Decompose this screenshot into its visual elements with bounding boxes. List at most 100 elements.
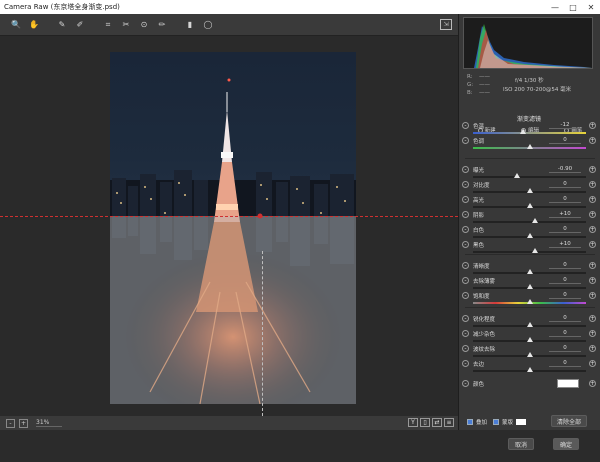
crop-tool-icon[interactable]: ⌗: [102, 19, 114, 31]
slider-minus-icon[interactable]: -: [462, 211, 469, 218]
slider-plus-icon[interactable]: +: [589, 166, 596, 173]
slider-plus-icon[interactable]: +: [589, 137, 596, 144]
slider-value-field[interactable]: 0: [549, 196, 581, 203]
slider-thumb[interactable]: [532, 218, 539, 223]
zoom-in-button[interactable]: +: [19, 418, 28, 428]
slider-plus-icon[interactable]: +: [589, 345, 596, 352]
slider-plus-icon[interactable]: +: [589, 277, 596, 284]
open-preferences-icon[interactable]: ⇲: [440, 19, 452, 30]
slider-minus-icon[interactable]: -: [462, 292, 469, 299]
slider-thumb[interactable]: [526, 203, 533, 208]
gradient-guide-line-red[interactable]: [0, 216, 458, 217]
slider-thumb[interactable]: [526, 322, 533, 327]
radial-filter-icon[interactable]: ◯: [202, 19, 214, 31]
graduated-filter-icon[interactable]: ▮: [184, 19, 196, 31]
mask-color-swatch[interactable]: [516, 419, 527, 425]
slider-minus-icon[interactable]: -: [462, 277, 469, 284]
slider-minus-icon[interactable]: -: [462, 181, 469, 188]
slider-thumb[interactable]: [526, 352, 533, 357]
slider-track[interactable]: [473, 251, 586, 253]
slider-thumb[interactable]: [526, 188, 533, 193]
slider-minus-icon[interactable]: -: [462, 345, 469, 352]
slider-value-field[interactable]: 0: [549, 137, 581, 144]
slider-thumb[interactable]: [532, 248, 539, 253]
slider-value-field[interactable]: +10: [549, 211, 581, 218]
slider-thumb[interactable]: [526, 144, 533, 149]
before-after-toggle[interactable]: Y: [408, 418, 418, 427]
ok-button[interactable]: 确定: [553, 438, 579, 450]
slider-thumb[interactable]: [514, 173, 521, 178]
slider-track[interactable]: [473, 221, 586, 223]
slider-thumb[interactable]: [526, 233, 533, 238]
slider-plus-icon[interactable]: +: [589, 241, 596, 248]
adjustment-brush-icon[interactable]: ✏: [156, 19, 168, 31]
slider-value-field[interactable]: +10: [549, 241, 581, 248]
slider-thumb[interactable]: [526, 299, 533, 304]
hand-tool-icon[interactable]: ✋: [28, 19, 40, 31]
slider-value-field[interactable]: 0: [549, 330, 581, 337]
slider-plus-icon[interactable]: +: [589, 181, 596, 188]
white-balance-tool-icon[interactable]: ✎: [56, 19, 68, 31]
slider-plus-icon[interactable]: +: [589, 315, 596, 322]
slider-value-field[interactable]: 0: [549, 226, 581, 233]
overlay-label: 叠加: [476, 420, 488, 426]
slider-minus-icon[interactable]: -: [462, 241, 469, 248]
slider-value-field[interactable]: 0: [549, 277, 581, 284]
slider-minus-icon[interactable]: -: [462, 122, 469, 129]
slider-thumb[interactable]: [526, 367, 533, 372]
view-menu-icon[interactable]: ≡: [444, 418, 454, 427]
compare-view-icon[interactable]: ▯: [420, 418, 430, 427]
slider-track[interactable]: [473, 176, 586, 178]
slider-plus-icon[interactable]: +: [589, 211, 596, 218]
slider-minus-icon[interactable]: -: [462, 226, 469, 233]
slider-thumb[interactable]: [526, 269, 533, 274]
image-canvas[interactable]: [0, 36, 458, 416]
slider-minus-icon[interactable]: -: [462, 166, 469, 173]
minimize-button[interactable]: —: [546, 0, 564, 14]
slider-minus-icon[interactable]: -: [462, 262, 469, 269]
overlay-checkbox[interactable]: [467, 419, 473, 425]
color-sampler-tool-icon[interactable]: ✐: [74, 19, 86, 31]
slider-value-field[interactable]: -12: [549, 122, 581, 129]
slider-plus-icon[interactable]: +: [589, 262, 596, 269]
close-button[interactable]: ✕: [582, 0, 600, 14]
slider-plus-icon[interactable]: +: [589, 196, 596, 203]
clear-all-button[interactable]: 清除全部: [551, 415, 587, 427]
color-swatch[interactable]: [557, 379, 579, 388]
slider-value-field[interactable]: 0: [549, 315, 581, 322]
slider-plus-icon[interactable]: +: [589, 292, 596, 299]
slider-plus-icon[interactable]: +: [589, 226, 596, 233]
gradient-guide-line-center[interactable]: [262, 251, 263, 416]
color-plus-icon[interactable]: +: [589, 380, 596, 387]
swap-view-icon[interactable]: ⇄: [432, 418, 442, 427]
spot-removal-tool-icon[interactable]: ✂: [120, 19, 132, 31]
slider-thumb[interactable]: [519, 129, 526, 134]
slider-value-field[interactable]: 0: [549, 262, 581, 269]
slider-minus-icon[interactable]: -: [462, 360, 469, 367]
slider-minus-icon[interactable]: -: [462, 330, 469, 337]
slider-thumb[interactable]: [526, 284, 533, 289]
slider-value-field[interactable]: 0: [549, 292, 581, 299]
slider-value-field[interactable]: 0: [549, 181, 581, 188]
photo-preview[interactable]: [110, 52, 356, 404]
slider-plus-icon[interactable]: +: [589, 360, 596, 367]
slider-value-field[interactable]: 0: [549, 345, 581, 352]
slider-minus-icon[interactable]: -: [462, 196, 469, 203]
slider-plus-icon[interactable]: +: [589, 330, 596, 337]
slider-value-field[interactable]: -0.90: [549, 166, 581, 173]
zoom-level-select[interactable]: 31%: [36, 419, 62, 427]
red-eye-tool-icon[interactable]: ⊙: [138, 19, 150, 31]
color-minus-icon[interactable]: -: [462, 380, 469, 387]
slider-track[interactable]: [473, 132, 586, 134]
pixel-info: R: —— G: —— B: —— f/4 1/30 秒 ISO 200 70-…: [463, 72, 593, 102]
zoom-out-button[interactable]: -: [6, 418, 15, 428]
zoom-tool-icon[interactable]: 🔍: [10, 19, 22, 31]
slider-value-field[interactable]: 0: [549, 360, 581, 367]
slider-minus-icon[interactable]: -: [462, 137, 469, 144]
slider-minus-icon[interactable]: -: [462, 315, 469, 322]
cancel-button[interactable]: 取消: [508, 438, 534, 450]
slider-plus-icon[interactable]: +: [589, 122, 596, 129]
slider-thumb[interactable]: [526, 337, 533, 342]
maximize-button[interactable]: □: [564, 0, 582, 14]
mask-checkbox[interactable]: [493, 419, 500, 425]
